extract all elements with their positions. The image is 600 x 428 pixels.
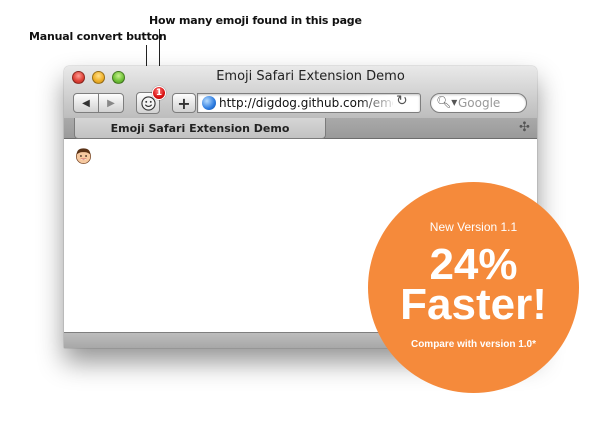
reload-icon[interactable]: ↻ [396, 93, 408, 109]
forward-arrow-icon: ▶ [107, 97, 115, 109]
tab-emoji-demo[interactable]: Emoji Safari Extension Demo [74, 118, 326, 139]
emoji-count-annotation: How many emoji found in this page [149, 14, 362, 27]
back-button[interactable]: ◀ [73, 93, 99, 113]
forward-button[interactable]: ▶ [98, 93, 124, 113]
promo-badge: New Version 1.1 24% Faster! Compare with… [368, 182, 579, 393]
add-bookmark-button[interactable]: + [172, 93, 196, 113]
toolbar: Emoji Safari Extension Demo ◀ ▶ 1 + http… [64, 66, 537, 119]
address-bar[interactable]: http://digdog.github.com/emoji ↻ [197, 93, 421, 113]
promo-compare: Compare with version 1.0* [410, 339, 537, 350]
globe-icon [202, 96, 216, 110]
promo-version: New Version 1.1 [429, 220, 518, 234]
manual-convert-annotation: Manual convert button [29, 30, 167, 43]
plus-icon: + [177, 93, 191, 113]
emoji-count-badge: 1 [152, 86, 166, 100]
window-title: Emoji Safari Extension Demo [216, 69, 405, 84]
tab-bar: Emoji Safari Extension Demo ✣ [64, 118, 537, 139]
promo-faster: Faster! [400, 280, 547, 329]
back-arrow-icon: ◀ [82, 97, 90, 109]
search-field[interactable]: 🔍︎▾ Google [430, 93, 527, 113]
boy-emoji-icon [75, 148, 92, 164]
search-placeholder: Google [458, 96, 501, 110]
new-tab-icon[interactable]: ✣ [519, 120, 530, 135]
search-icon: 🔍︎▾ [436, 95, 458, 109]
